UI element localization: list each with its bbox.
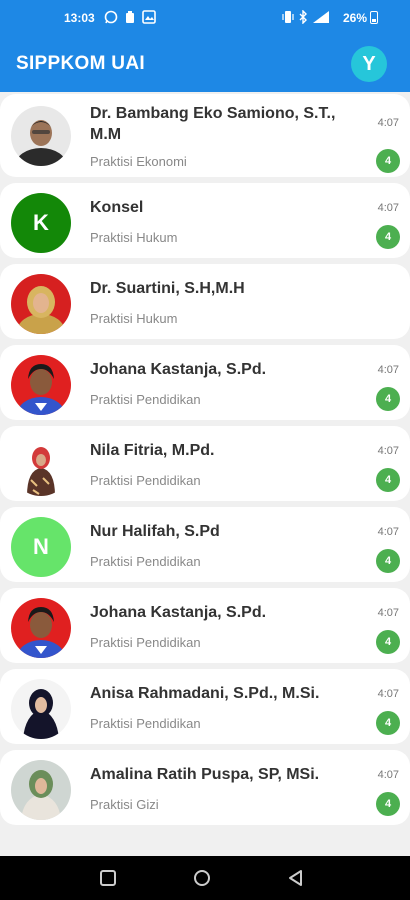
- contact-role: Praktisi Pendidikan: [90, 554, 201, 569]
- contact-name: Nur Halifah, S.Pd: [90, 523, 220, 540]
- avatar-photo-johana: [11, 598, 71, 658]
- contact-name: Konsel: [90, 199, 144, 216]
- profile-avatar-button[interactable]: Y: [351, 46, 387, 82]
- unread-badge: 4: [376, 387, 400, 411]
- avatar-photo-johana: [11, 355, 71, 415]
- status-time: 13:03: [64, 11, 95, 25]
- app-title: SIPPKOM UAI: [16, 53, 145, 74]
- message-time: 4:07: [377, 769, 399, 781]
- contact-role: Praktisi Ekonomi: [90, 154, 187, 169]
- chat-item-johana-1[interactable]: Johana Kastanja, S.Pd. Praktisi Pendidik…: [0, 345, 410, 420]
- contact-name: Dr. Bambang Eko Samiono, S.T., M.M: [90, 105, 336, 143]
- status-right-icons: [282, 10, 330, 24]
- message-time: 4:07: [377, 117, 399, 129]
- chat-item-nila[interactable]: Nila Fitria, M.Pd. Praktisi Pendidikan 4…: [0, 426, 410, 501]
- contact-role: Praktisi Hukum: [90, 311, 178, 326]
- contact-name: Anisa Rahmadani, S.Pd., M.Si.: [90, 685, 320, 702]
- avatar-photo-suartini: [11, 274, 71, 334]
- message-time: 4:07: [377, 688, 399, 700]
- unread-badge: 4: [376, 792, 400, 816]
- chat-item-suartini[interactable]: Dr. Suartini, S.H,M.H Praktisi Hukum: [0, 264, 410, 339]
- contact-role: Praktisi Pendidikan: [90, 392, 201, 407]
- contact-role: Praktisi Gizi: [90, 797, 159, 812]
- contact-name: Nila Fitria, M.Pd.: [90, 442, 215, 459]
- avatar-photo-bambang: [11, 106, 71, 166]
- bluetooth-icon: [299, 10, 307, 24]
- signal-icon: [313, 11, 329, 23]
- notification-icon: [126, 11, 134, 23]
- contact-name: Amalina Ratih Puspa, SP, MSi.: [90, 766, 320, 783]
- message-time: 4:07: [377, 445, 399, 457]
- chat-item-nur[interactable]: N Nur Halifah, S.Pd Praktisi Pendidikan …: [0, 507, 410, 582]
- unread-badge: 4: [376, 711, 400, 735]
- chat-item-bambang[interactable]: Dr. Bambang Eko Samiono, S.T., M.M Prakt…: [0, 94, 410, 177]
- chat-item-johana-2[interactable]: Johana Kastanja, S.Pd. Praktisi Pendidik…: [0, 588, 410, 663]
- avatar-photo-nila: [11, 436, 71, 496]
- avatar-photo-amalina: [11, 760, 71, 820]
- message-time: 4:07: [377, 607, 399, 619]
- unread-badge: 4: [376, 149, 400, 173]
- battery-percentage: 26%: [343, 11, 368, 25]
- contact-role: Praktisi Hukum: [90, 230, 178, 245]
- avatar-photo-anisa: [11, 679, 71, 739]
- avatar-letter-konsel: K: [11, 193, 71, 253]
- message-time: 4:07: [377, 202, 399, 214]
- message-time: 4:07: [377, 364, 399, 376]
- message-time: 4:07: [377, 526, 399, 538]
- home-icon[interactable]: [192, 868, 212, 888]
- whatsapp-icon: [104, 10, 118, 24]
- chat-item-anisa[interactable]: Anisa Rahmadani, S.Pd., M.Si. Praktisi P…: [0, 669, 410, 744]
- contact-name: Johana Kastanja, S.Pd.: [90, 604, 267, 621]
- navigation-bar: [0, 856, 410, 900]
- gallery-icon: [142, 10, 156, 24]
- recents-icon[interactable]: [98, 868, 118, 888]
- app-bar: SIPPKOM UAI Y: [0, 36, 410, 92]
- chat-item-konsel[interactable]: K Konsel Praktisi Hukum 4:07 4: [0, 183, 410, 258]
- status-left-icons: [104, 10, 156, 24]
- contact-name: Johana Kastanja, S.Pd.: [90, 361, 267, 378]
- back-icon[interactable]: [286, 868, 306, 888]
- unread-badge: 4: [376, 468, 400, 492]
- status-bar: 13:03 26%: [0, 0, 410, 36]
- battery-icon: [370, 11, 378, 24]
- contact-role: Praktisi Pendidikan: [90, 635, 201, 650]
- unread-badge: 4: [376, 630, 400, 654]
- contact-role: Praktisi Pendidikan: [90, 716, 201, 731]
- contact-role: Praktisi Pendidikan: [90, 473, 201, 488]
- unread-badge: 4: [376, 549, 400, 573]
- chat-item-amalina[interactable]: Amalina Ratih Puspa, SP, MSi. Praktisi G…: [0, 750, 410, 825]
- vibrate-icon: [282, 11, 294, 23]
- contact-name: Dr. Suartini, S.H,M.H: [90, 280, 245, 297]
- unread-badge: 4: [376, 225, 400, 249]
- avatar-letter-nur: N: [11, 517, 71, 577]
